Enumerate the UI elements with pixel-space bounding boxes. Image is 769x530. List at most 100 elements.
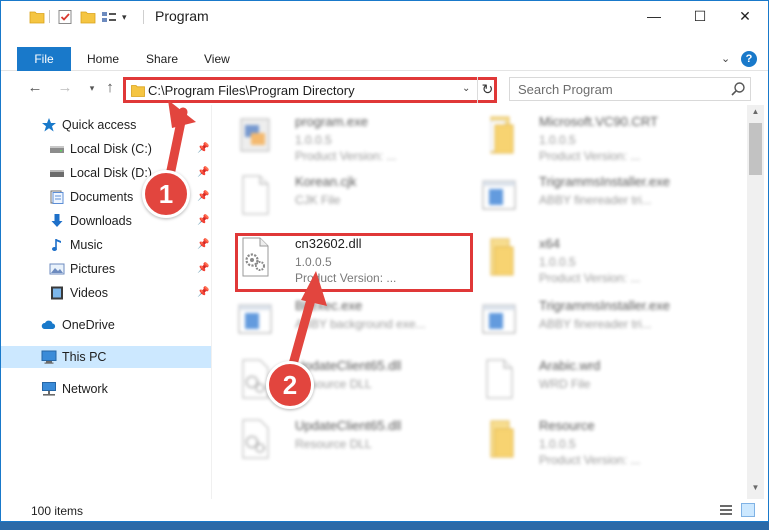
file-version: 1.0.0.5 xyxy=(539,133,576,147)
navigation-pane: Quick access Local Disk (C:) 📌 Local Dis… xyxy=(1,109,211,499)
file-type: CJK File xyxy=(295,193,341,207)
back-arrow-icon[interactable]: ← xyxy=(26,79,44,97)
search-input[interactable]: Search Program xyxy=(518,82,613,97)
folder-icon xyxy=(490,420,514,458)
sidebar-item-videos[interactable]: Videos 📌 xyxy=(1,282,211,304)
videos-icon xyxy=(51,286,63,300)
sidebar-item-this-pc[interactable]: This PC xyxy=(1,346,211,368)
file-item[interactable]: TrigrammsInstaller.exe ABBY finereader t… xyxy=(467,167,707,225)
file-item[interactable]: Korean.cjk CJK File xyxy=(223,167,463,225)
star-icon xyxy=(42,118,56,132)
file-item[interactable]: Microsoft.VC90.CRT 1.0.0.5 Product Versi… xyxy=(467,107,707,165)
up-arrow-icon[interactable]: ↑ xyxy=(101,79,119,97)
sidebar-item-label: This PC xyxy=(62,350,107,364)
address-bar[interactable]: C:\Program Files\Program Directory ⌄ ↻ xyxy=(123,77,497,103)
title-separator xyxy=(143,10,144,24)
file-name: TrigrammsInstaller.exe xyxy=(539,298,670,313)
forward-arrow-icon[interactable]: → xyxy=(56,79,74,97)
file-version: 1.0.0.5 xyxy=(539,437,576,451)
tab-share[interactable]: Share xyxy=(146,47,178,71)
refresh-icon[interactable]: ↻ xyxy=(477,77,497,103)
file-item[interactable]: program.exe 1.0.0.5 Product Version: ... xyxy=(223,107,463,165)
file-icon xyxy=(242,175,269,215)
drive-icon xyxy=(50,146,64,153)
close-button[interactable]: ✕ xyxy=(722,1,768,32)
sidebar-item-network[interactable]: Network xyxy=(1,378,211,400)
sidebar-item-music[interactable]: Music 📌 xyxy=(1,234,211,256)
file-item[interactable]: x64 1.0.0.5 Product Version: ... xyxy=(467,229,707,287)
help-icon[interactable]: ? xyxy=(741,51,757,67)
scroll-thumb[interactable] xyxy=(749,123,762,175)
folder-icon[interactable] xyxy=(29,9,45,25)
download-icon xyxy=(51,214,63,227)
pin-icon[interactable]: 📌 xyxy=(197,143,209,155)
address-history-chevron-icon[interactable]: ⌄ xyxy=(462,83,470,94)
search-box[interactable]: Search Program xyxy=(509,77,751,101)
file-description: Product Version: ... xyxy=(539,149,641,163)
step-2-badge: 2 xyxy=(266,361,314,409)
file-item[interactable]: Bkexec.exe ABBY background exe... xyxy=(223,291,463,349)
pin-icon[interactable]: 📌 xyxy=(197,287,209,299)
folder-icon xyxy=(490,238,514,276)
maximize-button[interactable]: ☐ xyxy=(677,1,723,32)
new-folder-icon[interactable] xyxy=(80,9,96,25)
vertical-scrollbar[interactable]: ▲ ▼ xyxy=(747,105,764,499)
scroll-down-icon[interactable]: ▼ xyxy=(747,483,764,497)
drive-icon xyxy=(50,170,64,177)
step-1-badge: 1 xyxy=(142,170,190,218)
navigation-bar: ← → ▾ ↑ C:\Program Files\Program Directo… xyxy=(1,73,768,105)
explorer-window: ▾ Program — ☐ ✕ File Home Share View ⌄ ?… xyxy=(0,0,769,522)
file-type: WRD File xyxy=(539,377,591,391)
file-name: Arabic.wrd xyxy=(539,358,601,373)
tab-view[interactable]: View xyxy=(204,47,230,71)
expand-ribbon-chevron-icon[interactable]: ⌄ xyxy=(721,52,730,65)
file-item[interactable]: Arabic.wrd WRD File xyxy=(467,351,707,409)
minimize-button[interactable]: — xyxy=(631,1,677,32)
sidebar-item-label: Music xyxy=(70,238,103,252)
pin-icon[interactable]: 📌 xyxy=(197,167,209,179)
window-title: Program xyxy=(155,8,209,24)
network-icon xyxy=(42,382,56,396)
properties-check-icon[interactable] xyxy=(57,9,73,25)
file-item[interactable]: UpdateClient65.dll Resource DLL xyxy=(223,411,463,469)
tiles-view-icon[interactable] xyxy=(741,503,755,517)
sidebar-item-label: Quick access xyxy=(62,118,137,132)
tab-home[interactable]: Home xyxy=(87,47,119,71)
dll-gear-icon xyxy=(242,419,269,459)
sidebar-item-quick-access[interactable]: Quick access xyxy=(1,114,211,136)
file-item[interactable]: UpdateClient65.dll Resource DLL xyxy=(223,351,463,409)
sidebar-item-label: Network xyxy=(62,382,108,396)
file-name: Microsoft.VC90.CRT xyxy=(539,114,658,129)
pin-icon[interactable]: 📌 xyxy=(197,263,209,275)
pin-icon[interactable]: 📌 xyxy=(197,215,209,227)
folder-icon xyxy=(490,116,514,154)
sidebar-item-local-disk-c[interactable]: Local Disk (C:) 📌 xyxy=(1,138,211,160)
pane-divider[interactable] xyxy=(211,105,212,499)
pin-icon[interactable]: 📌 xyxy=(197,239,209,251)
scroll-up-icon[interactable]: ▲ xyxy=(747,107,764,121)
recent-locations-chevron-icon[interactable]: ▾ xyxy=(83,79,101,97)
status-bar: 100 items xyxy=(1,499,768,521)
sidebar-item-onedrive[interactable]: OneDrive xyxy=(1,314,211,336)
ribbon: File Home Share View ⌄ ? xyxy=(1,47,768,71)
sidebar-item-label: Local Disk (D:) xyxy=(70,166,152,180)
address-path[interactable]: C:\Program Files\Program Directory xyxy=(148,83,355,98)
file-name: Korean.cjk xyxy=(295,174,357,189)
customize-toolbar-dropdown[interactable]: ▾ xyxy=(122,9,132,25)
file-description: ABBY finereader tri... xyxy=(539,317,652,331)
sidebar-item-label: Local Disk (C:) xyxy=(70,142,152,156)
target-file-highlight xyxy=(235,233,473,292)
sidebar-item-pictures[interactable]: Pictures 📌 xyxy=(1,258,211,280)
tab-file[interactable]: File xyxy=(17,47,71,71)
details-view-icon[interactable] xyxy=(719,503,733,517)
sidebar-item-label: Pictures xyxy=(70,262,116,276)
rename-icon[interactable] xyxy=(101,9,117,25)
file-item[interactable]: Resource 1.0.0.5 Product Version: ... xyxy=(467,411,707,469)
file-name: Resource xyxy=(539,418,595,433)
search-icon[interactable] xyxy=(730,81,746,97)
pin-icon[interactable]: 📌 xyxy=(197,191,209,203)
item-count: 100 items xyxy=(31,504,84,518)
file-item[interactable]: TrigrammsInstaller.exe ABBY finereader t… xyxy=(467,291,707,349)
app-window-icon xyxy=(482,304,516,334)
file-name: x64 xyxy=(539,236,560,251)
